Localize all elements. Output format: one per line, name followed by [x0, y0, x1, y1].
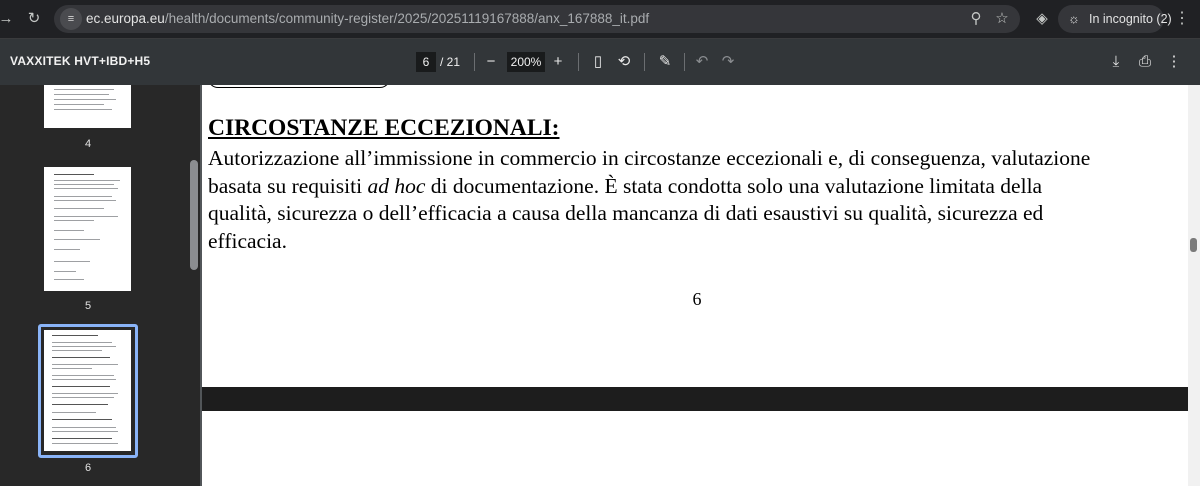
address-bar[interactable]: ≡ ec.europa.eu/health/documents/communit…	[54, 5, 1020, 33]
page-separator	[202, 387, 1188, 411]
page-thumbnail[interactable]	[44, 167, 131, 291]
sidebar-scrollbar-thumb[interactable]	[190, 160, 198, 270]
star-icon[interactable]: ☆	[992, 9, 1012, 29]
sidebar-scrollbar[interactable]	[188, 85, 200, 486]
paragraph-line: Autorizzazione all’immissione in commerc…	[208, 146, 1091, 170]
pdf-page: CIRCOSTANZE ECCEZIONALI: Autorizzazione …	[202, 85, 1188, 387]
rotate-icon[interactable]: ⟲	[614, 52, 634, 72]
zoom-in-button[interactable]: +	[548, 52, 568, 72]
fit-page-icon[interactable]: ▯	[588, 52, 608, 72]
incognito-icon: ☼	[1068, 11, 1080, 26]
page-total: / 21	[440, 55, 461, 69]
reload-icon[interactable]: ↻	[24, 9, 44, 29]
page-number-input[interactable]	[416, 52, 436, 72]
zoom-out-button[interactable]: −	[481, 52, 501, 72]
tune-icon[interactable]: ≡	[60, 8, 82, 30]
thumbnail-sidebar: 4 5 6	[0, 85, 188, 486]
toolbar-divider	[644, 53, 645, 71]
zoom-input[interactable]	[507, 52, 545, 72]
incognito-label: In incognito (2)	[1089, 12, 1172, 26]
thumbnail-label: 6	[84, 462, 92, 474]
more-vertical-icon[interactable]: ⋮	[1174, 9, 1190, 29]
text-run: basata su requisiti	[208, 173, 368, 198]
text-run: di documentazione. È stata condotta solo…	[425, 173, 1043, 198]
extension-icon[interactable]: ◈	[1032, 9, 1052, 29]
redo-icon[interactable]: ↷	[718, 52, 738, 72]
url-text[interactable]: ec.europa.eu/health/documents/community-…	[86, 11, 649, 26]
document-title: VAXXITEK HVT+IBD+H5	[10, 54, 151, 68]
thumbnail-label: 4	[84, 138, 92, 150]
thumbnail-label: 5	[84, 300, 92, 312]
more-vertical-icon[interactable]: ⋮	[1164, 52, 1184, 72]
viewer-scrollbar-thumb[interactable]	[1190, 238, 1197, 252]
annotate-icon[interactable]: ✎	[655, 52, 675, 72]
paragraph-line: basata su requisiti ad hoc di documentaz…	[208, 173, 1188, 201]
viewer-scrollbar[interactable]	[1188, 85, 1200, 486]
body-paragraph: Autorizzazione all’immissione in commerc…	[208, 145, 1188, 255]
pdf-toolbar: VAXXITEK HVT+IBD+H5 / 21 − + ▯ ⟲ ✎ ↶ ↷ ⤓…	[0, 39, 1200, 85]
url-host: ec.europa.eu	[86, 11, 165, 26]
pdf-page-next	[202, 411, 1188, 486]
paragraph-line: qualità, sicurezza o dell’efficacia a ca…	[208, 201, 1044, 225]
italic-text: ad hoc	[367, 173, 426, 198]
incognito-indicator[interactable]: ☼ In incognito (2)	[1058, 5, 1172, 33]
page-thumbnail-selected[interactable]	[44, 330, 131, 451]
download-icon[interactable]: ⤓	[1106, 52, 1126, 72]
undo-icon[interactable]: ↶	[692, 52, 712, 72]
print-icon[interactable]: ⎙	[1135, 52, 1155, 72]
previous-content-fragment	[208, 85, 390, 88]
toolbar-divider	[474, 53, 475, 71]
arrow-left-icon[interactable]: →	[0, 9, 16, 29]
url-path: /health/documents/community-register/202…	[164, 11, 650, 26]
page-footer-number: 6	[692, 289, 702, 309]
pdf-viewer[interactable]: CIRCOSTANZE ECCEZIONALI: Autorizzazione …	[200, 85, 1200, 486]
toolbar-divider	[578, 53, 579, 71]
zoom-icon[interactable]: ⚲	[966, 9, 986, 29]
page-thumbnail[interactable]	[44, 85, 131, 128]
section-heading: CIRCOSTANZE ECCEZIONALI:	[208, 115, 560, 141]
browser-top-bar: → ↻ ≡ ec.europa.eu/health/documents/comm…	[0, 0, 1200, 39]
paragraph-line: efficacia.	[208, 228, 287, 253]
toolbar-divider	[684, 53, 685, 71]
